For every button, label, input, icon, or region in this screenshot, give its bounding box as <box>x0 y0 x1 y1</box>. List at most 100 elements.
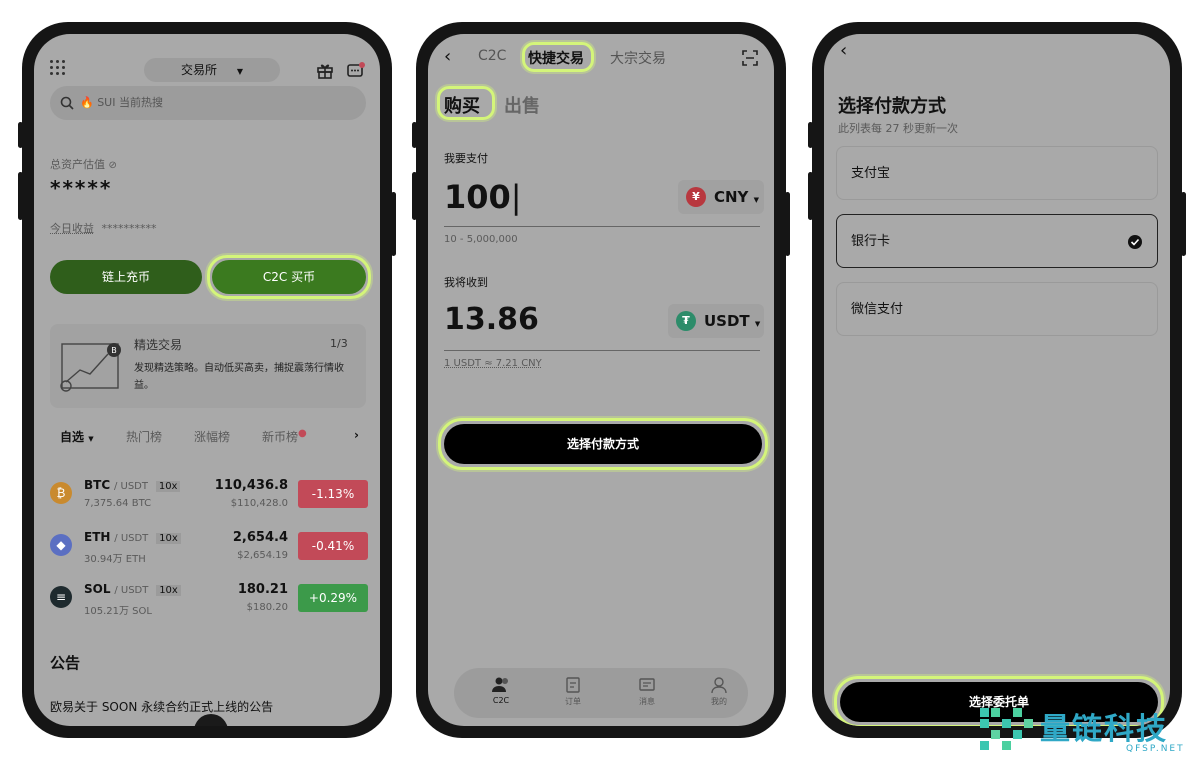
svg-text:B: B <box>111 346 117 355</box>
card-title: 精选交易 <box>134 338 183 352</box>
exchange-switch[interactable]: 交易所 ▼ <box>144 58 280 82</box>
coin-symbol: ETH <box>84 530 111 544</box>
scan-icon[interactable] <box>742 50 758 66</box>
quick-trade-screen: ‹ C2C 快捷交易 大宗交易 购买 出售 我要支付 100| ¥ CNY ▼ … <box>428 34 774 726</box>
nav-messages[interactable]: 消息 <box>622 676 672 707</box>
tab-new-coins[interactable]: 新币榜● <box>262 428 307 445</box>
brand-name: 量链科技 <box>1040 712 1168 747</box>
tab-favorites[interactable]: 自选 ▼ <box>60 428 94 445</box>
chevron-right-icon[interactable]: › <box>354 428 359 442</box>
coin-symbol: BTC <box>84 478 111 492</box>
phone-home: 交易所 ▼ 🔥 SUI 当前热搜 总资产估值 ⊘ ***** 今日收益 ****… <box>18 22 396 738</box>
coin-price: 180.21 <box>237 582 288 597</box>
apps-grid-icon[interactable] <box>50 60 66 76</box>
coin-row-btc[interactable]: ₿ BTC / USDT 10x 7,375.64 BTC 110,436.8 … <box>50 474 368 518</box>
nav-orders[interactable]: 订单 <box>548 676 598 707</box>
pay-amount-input[interactable]: 100| <box>444 178 522 216</box>
asset-value: ***** <box>50 176 113 200</box>
coin-row-eth[interactable]: ◆ ETH / USDT 10x 30.94万 ETH 2,654.4 $2,6… <box>50 526 368 570</box>
coin-fiat-price: $180.20 <box>246 602 288 613</box>
tab-hot[interactable]: 热门榜 <box>126 428 162 445</box>
tab-gainers[interactable]: 涨幅榜 <box>194 428 230 445</box>
coin-price: 110,436.8 <box>214 478 288 493</box>
coin-pair: / USDT <box>114 585 149 596</box>
brand-watermark: 量链科技 QFSP.NET <box>976 698 1200 758</box>
tab-c2c[interactable]: C2C <box>478 48 506 64</box>
sell-tab[interactable]: 出售 <box>504 92 540 118</box>
coin-fiat-price: $110,428.0 <box>230 498 288 509</box>
receive-amount: 13.86 <box>444 302 539 337</box>
change-badge: +0.29% <box>298 584 368 612</box>
bottom-nav: C2C 订单 消息 我的 <box>454 668 748 718</box>
order-icon <box>566 677 580 693</box>
onchain-deposit-button[interactable]: 链上充币 <box>50 260 202 294</box>
eth-logo-icon: ◆ <box>50 534 72 556</box>
home-screen: 交易所 ▼ 🔥 SUI 当前热搜 总资产估值 ⊘ ***** 今日收益 ****… <box>34 34 380 726</box>
home-top-bar: 交易所 ▼ <box>34 50 380 90</box>
sol-logo-icon: ≡ <box>50 586 72 608</box>
announcement-link[interactable]: 欧易关于 SOON 永续合约正式上线的公告 <box>50 698 273 715</box>
option-bank-card[interactable]: 银行卡 <box>836 214 1158 268</box>
exchange-label: 交易所 <box>181 63 218 77</box>
leverage-badge: 10x <box>155 481 181 492</box>
pay-label: 我要支付 <box>444 152 488 165</box>
pay-range: 10 - 5,000,000 <box>444 234 518 245</box>
change-badge: -1.13% <box>298 480 368 508</box>
search-icon <box>60 96 74 110</box>
coin-symbol: SOL <box>84 582 111 596</box>
payment-method-screen: ‹ 选择付款方式 此列表每 27 秒更新一次 支付宝 银行卡 微信支付 选择委托… <box>824 34 1170 726</box>
back-arrow-icon[interactable]: ‹ <box>444 46 451 67</box>
caret-down-icon: ▼ <box>236 67 243 76</box>
chart-illustration-icon: B <box>60 343 121 392</box>
floating-up-button[interactable] <box>194 714 228 726</box>
back-arrow-icon[interactable]: ‹ <box>840 40 847 61</box>
buy-tab[interactable]: 购买 <box>444 92 480 118</box>
chat-icon <box>639 678 655 691</box>
gift-icon[interactable] <box>316 62 334 80</box>
phone-quick-trade: ‹ C2C 快捷交易 大宗交易 购买 出售 我要支付 100| ¥ CNY ▼ … <box>412 22 790 738</box>
nav-c2c[interactable]: C2C <box>476 676 526 705</box>
tab-block-trade[interactable]: 大宗交易 <box>610 48 666 68</box>
select-payment-button[interactable]: 选择付款方式 <box>444 424 762 464</box>
receive-label: 我将收到 <box>444 276 488 289</box>
coin-row-sol[interactable]: ≡ SOL / USDT 10x 105.21万 SOL 180.21 $180… <box>50 578 368 622</box>
market-tabs: 自选 ▼ 热门榜 涨幅榜 新币榜● › <box>50 428 370 450</box>
option-alipay[interactable]: 支付宝 <box>836 146 1158 200</box>
brand-domain: QFSP.NET <box>1126 744 1185 754</box>
nav-profile[interactable]: 我的 <box>694 676 744 707</box>
receive-currency-select[interactable]: ₮ USDT ▼ <box>668 304 764 338</box>
btc-logo-icon: ₿ <box>50 482 72 504</box>
coin-volume: 30.94万 ETH <box>84 554 146 565</box>
users-icon <box>492 677 508 692</box>
profile-icon <box>711 677 727 694</box>
coin-pair: / USDT <box>113 481 148 492</box>
asset-label: 总资产估值 ⊘ <box>50 158 117 171</box>
card-page-indicator: 1/3 <box>330 337 348 350</box>
leverage-badge: 10x <box>156 533 181 544</box>
refresh-note: 此列表每 27 秒更新一次 <box>838 122 958 135</box>
tab-quick-trade[interactable]: 快捷交易 <box>528 48 584 68</box>
eye-hidden-icon[interactable]: ⊘ <box>109 160 117 171</box>
leverage-badge: 10x <box>156 585 181 596</box>
coin-pair: / USDT <box>114 533 149 544</box>
cny-icon: ¥ <box>686 187 706 207</box>
message-icon[interactable] <box>346 62 366 80</box>
pay-currency-select[interactable]: ¥ CNY ▼ <box>678 180 764 214</box>
change-badge: -0.41% <box>298 532 368 560</box>
coin-fiat-price: $2,654.19 <box>237 550 288 561</box>
announcement-title: 公告 <box>50 654 81 672</box>
usdt-icon: ₮ <box>676 311 696 331</box>
page-title: 选择付款方式 <box>838 96 946 117</box>
coin-price: 2,654.4 <box>232 530 288 545</box>
coin-volume: 105.21万 SOL <box>84 606 152 617</box>
c2c-buy-button[interactable]: C2C 买币 <box>212 260 366 294</box>
search-placeholder: 🔥 SUI 当前热搜 <box>80 96 163 109</box>
coin-volume: 7,375.64 BTC <box>84 498 152 509</box>
phone-payment-method: ‹ 选择付款方式 此列表每 27 秒更新一次 支付宝 银行卡 微信支付 选择委托… <box>808 22 1186 738</box>
exchange-rate: 1 USDT ≈ 7.21 CNY <box>444 358 542 369</box>
today-earnings: 今日收益 ********** <box>50 222 157 235</box>
option-wechat-pay[interactable]: 微信支付 <box>836 282 1158 336</box>
featured-trading-card[interactable]: B 精选交易 1/3 发现精选策略。自动低买高卖，捕捉震荡行情收益。 <box>50 324 366 408</box>
search-input[interactable]: 🔥 SUI 当前热搜 <box>50 86 366 120</box>
check-icon <box>1128 235 1142 249</box>
